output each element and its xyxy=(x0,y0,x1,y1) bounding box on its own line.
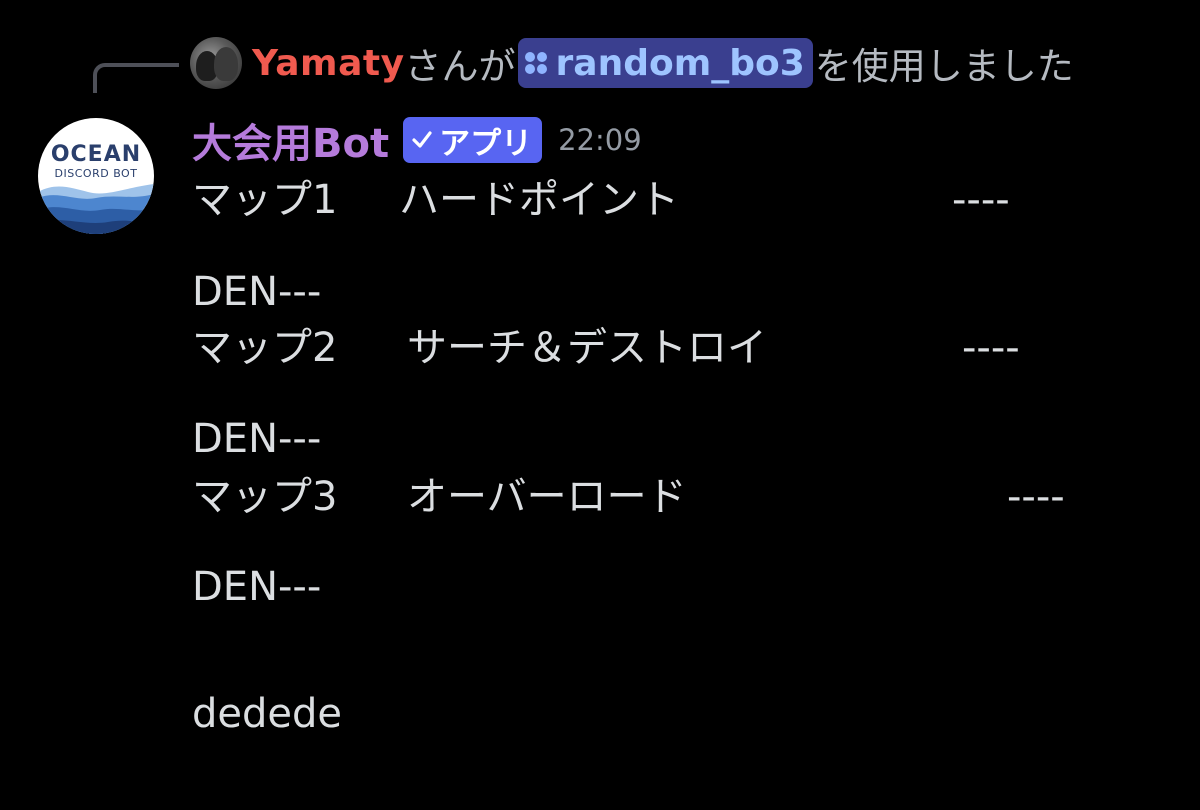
author-name[interactable]: 大会用Bot xyxy=(192,111,389,169)
app-tag[interactable]: アプリ xyxy=(403,117,543,163)
reply-user-avatar[interactable] xyxy=(190,37,242,89)
map-label: マップ1 xyxy=(192,177,338,223)
message-timestamp[interactable]: 22:09 xyxy=(558,123,642,157)
reply-reference[interactable]: Yamaty さんが random_bo3 を使用しました xyxy=(190,37,1074,89)
message-header: 大会用Bot アプリ 22:09 xyxy=(192,112,642,168)
map-result: ---- xyxy=(952,177,1010,223)
team-line: DEN--- xyxy=(192,416,322,462)
map-label: マップ3 xyxy=(192,474,338,520)
reply-username[interactable]: Yamaty xyxy=(252,43,405,84)
app-tag-label: アプリ xyxy=(439,125,533,162)
bot-avatar[interactable]: OCEAN DISCORD BOT xyxy=(38,118,154,234)
map-row: マップ3 オーバーロード ---- xyxy=(192,477,1192,527)
map-row: マップ1 ハードポイント ---- xyxy=(192,180,1192,230)
map-result: ---- xyxy=(1007,474,1065,520)
map-result: ---- xyxy=(962,325,1020,371)
map-mode: ハードポイント xyxy=(399,177,679,223)
avatar-title: OCEAN xyxy=(50,142,142,167)
command-mention[interactable]: random_bo3 xyxy=(517,38,813,88)
map-mode: サーチ＆デストロイ xyxy=(407,325,767,371)
avatar-subtitle: DISCORD BOT xyxy=(54,167,138,180)
reply-text-after: を使用しました xyxy=(814,45,1074,88)
reply-connector xyxy=(93,63,179,93)
map-label: マップ2 xyxy=(192,325,338,371)
map-mode: オーバーロード xyxy=(407,474,687,520)
app-command-icon xyxy=(524,51,548,75)
reply-text-before: さんが xyxy=(404,45,516,88)
check-icon xyxy=(412,131,432,148)
footer-text: dedede xyxy=(192,691,342,737)
avatar-dog-shape xyxy=(214,47,238,81)
command-name: random_bo3 xyxy=(555,42,805,84)
team-line: DEN--- xyxy=(192,269,322,315)
map-row: マップ2 サーチ＆デストロイ ---- xyxy=(192,328,1192,378)
team-line: DEN--- xyxy=(192,564,322,610)
